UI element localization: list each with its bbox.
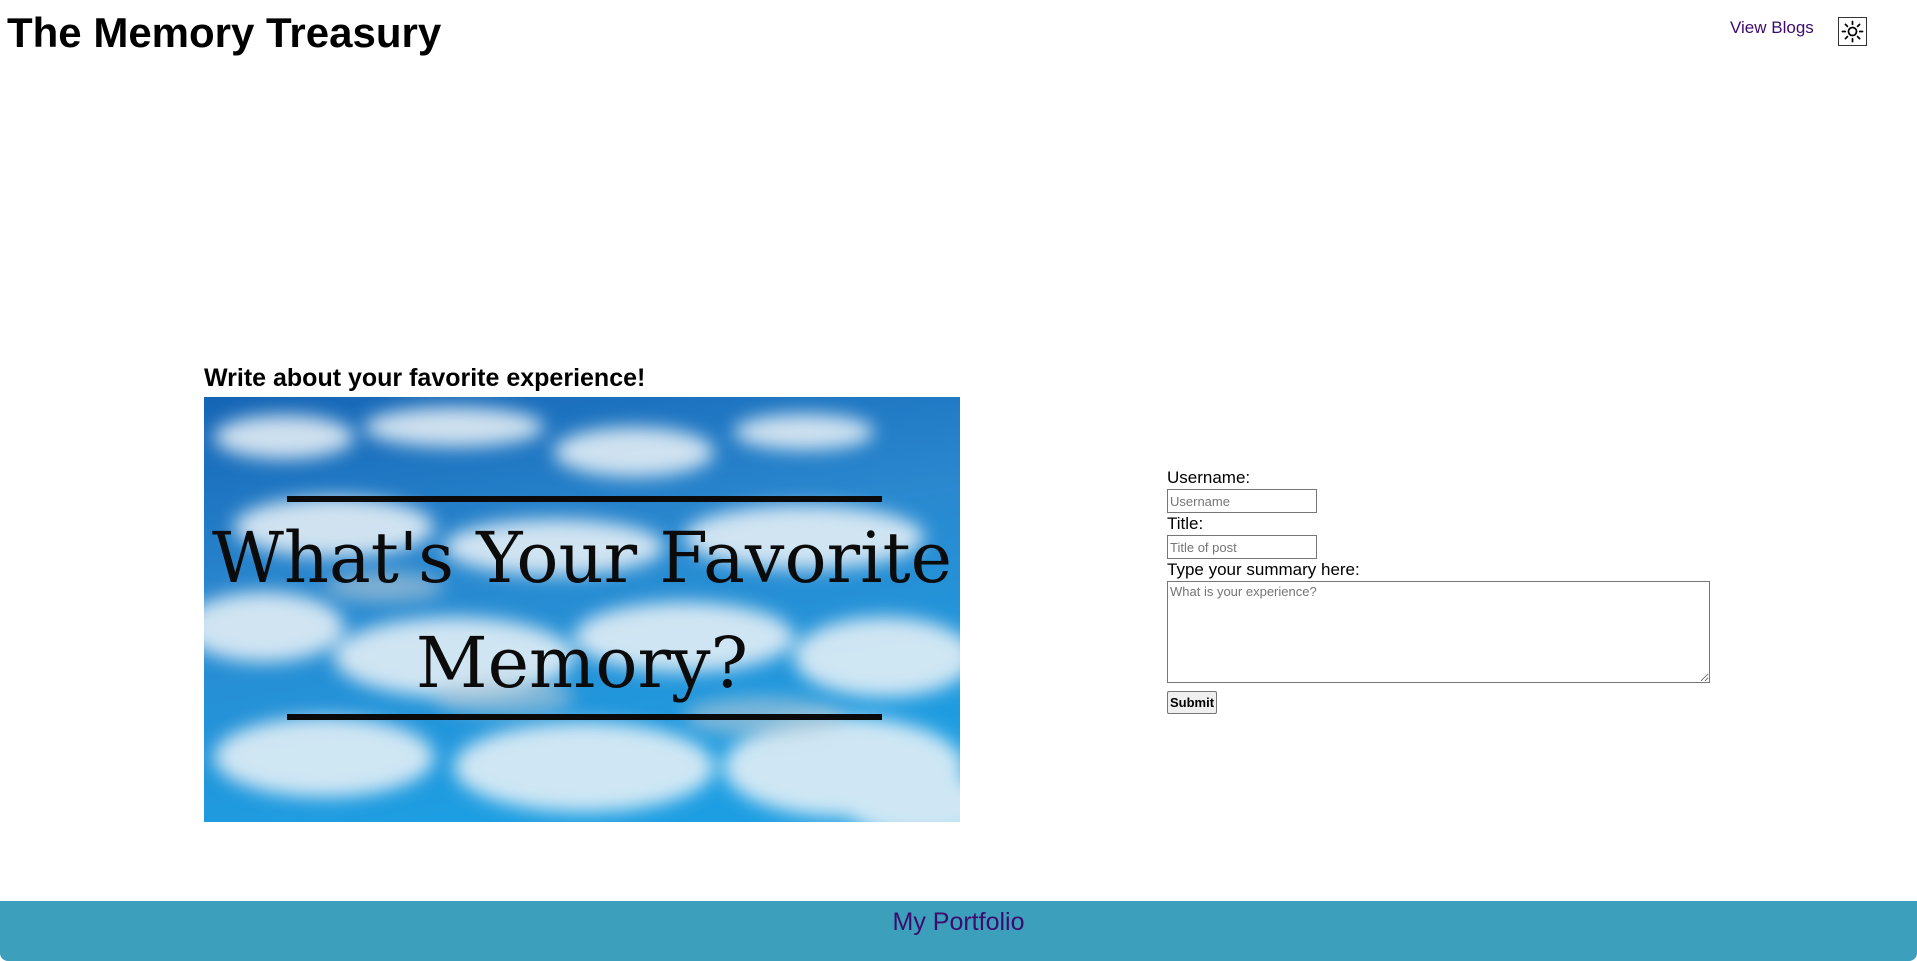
- portfolio-link[interactable]: My Portfolio: [0, 906, 1917, 938]
- submit-button[interactable]: Submit: [1167, 691, 1218, 714]
- theme-toggle-button[interactable]: [1838, 17, 1867, 46]
- title-label: Title:: [1167, 514, 1204, 533]
- site-title: The Memory Treasury: [7, 9, 442, 56]
- section-heading: Write about your favorite experience!: [204, 364, 646, 392]
- favorite-memory-image: What's Your Favorite Memory?: [204, 397, 960, 822]
- footer: My Portfolio: [0, 901, 1917, 961]
- view-blogs-link[interactable]: View Blogs: [1730, 17, 1814, 39]
- username-label: Username:: [1167, 468, 1251, 487]
- image-text-line2: Memory?: [416, 622, 748, 704]
- username-input[interactable]: [1167, 489, 1317, 513]
- memory-form: Username: Title: Type your summary here:…: [1167, 468, 1727, 714]
- page: The Memory Treasury View Blogs Write abo…: [0, 0, 1917, 961]
- title-input[interactable]: [1167, 535, 1317, 559]
- image-text-line1: What's Your Favorite: [212, 517, 952, 599]
- summary-label: Type your summary here:: [1167, 560, 1360, 579]
- sun-icon: [1841, 20, 1864, 43]
- summary-textarea[interactable]: [1167, 581, 1710, 683]
